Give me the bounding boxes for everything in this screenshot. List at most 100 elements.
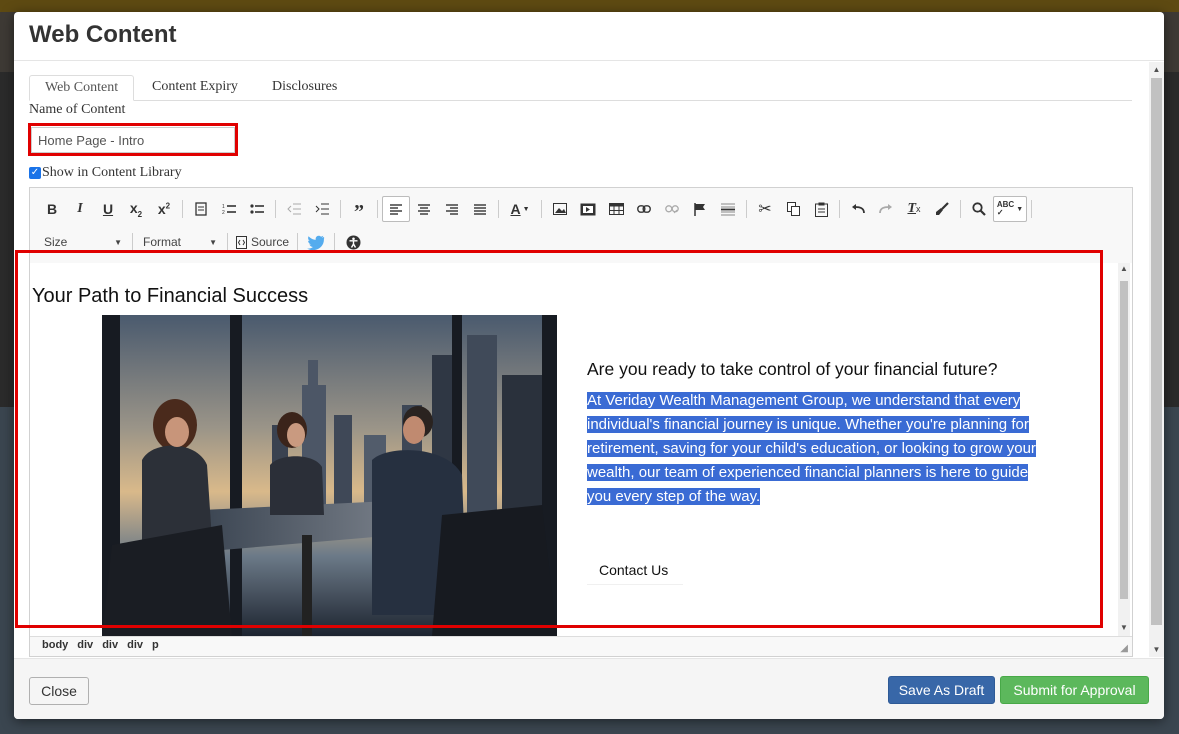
- align-right-icon[interactable]: [438, 196, 466, 222]
- numbered-list-icon[interactable]: 12: [215, 196, 243, 222]
- tab-content-expiry[interactable]: Content Expiry: [137, 75, 253, 101]
- image-icon[interactable]: [546, 196, 574, 222]
- toolbar-separator: [297, 233, 299, 251]
- twitter-icon[interactable]: [302, 229, 330, 255]
- unlink-icon[interactable]: [658, 196, 686, 222]
- content-scroll-thumb[interactable]: [1120, 281, 1128, 599]
- scroll-up-arrow[interactable]: ▲: [1118, 264, 1130, 273]
- source-button-label: Source: [251, 235, 290, 249]
- svg-text:2: 2: [222, 210, 225, 215]
- meeting-photo: [102, 315, 557, 636]
- modal-header: Web Content: [14, 12, 1164, 61]
- redo-icon[interactable]: [872, 196, 900, 222]
- close-button[interactable]: Close: [29, 677, 89, 705]
- justify-icon[interactable]: [466, 196, 494, 222]
- name-of-content-label: Name of Content: [29, 102, 126, 117]
- content-heading: Your Path to Financial Success: [32, 285, 309, 307]
- modal-scroll-thumb[interactable]: [1151, 78, 1162, 625]
- undo-icon[interactable]: [844, 196, 872, 222]
- paste-icon[interactable]: [807, 196, 835, 222]
- increase-indent-icon[interactable]: [308, 196, 336, 222]
- submit-for-approval-button[interactable]: Submit for Approval: [1000, 676, 1149, 704]
- spellcheck-icon[interactable]: ABC ✓ ▼: [993, 196, 1027, 222]
- copy-icon[interactable]: [779, 196, 807, 222]
- format-dropdown-label: Format: [143, 235, 182, 249]
- path-item[interactable]: body: [42, 639, 68, 651]
- paragraph-line: you every step of the way.: [587, 488, 761, 505]
- cut-icon[interactable]: ✂: [751, 196, 779, 222]
- table-icon[interactable]: [602, 196, 630, 222]
- modal-footer: Close Save As Draft Submit for Approval: [14, 658, 1164, 719]
- paragraph-line: individual's financial journey is unique…: [587, 416, 1029, 433]
- toolbar-separator: [275, 200, 276, 218]
- toolbar-separator: [340, 200, 341, 218]
- path-item[interactable]: div: [77, 639, 93, 651]
- toolbar-separator: [960, 200, 961, 218]
- italic-icon[interactable]: I: [66, 196, 94, 222]
- modal-body: Web Content Content Expiry Disclosures N…: [14, 61, 1164, 658]
- paragraph-line: At Veriday Wealth Management Group, we u…: [587, 392, 1021, 409]
- show-in-library-label: Show in Content Library: [42, 165, 182, 180]
- modal-body-scrollbar[interactable]: ▲ ▼: [1149, 62, 1164, 657]
- toolbar-separator: [227, 233, 228, 251]
- source-icon: [236, 235, 247, 249]
- toolbar-separator: [498, 200, 499, 218]
- scroll-down-arrow[interactable]: ▼: [1149, 645, 1164, 654]
- paragraph-line: retirement, saving for your child's educ…: [587, 440, 1036, 457]
- element-path-bar: body div div div p ◢: [30, 636, 1132, 656]
- path-item[interactable]: div: [102, 639, 118, 651]
- editor-content-area[interactable]: Your Path to Financial Success Are you r…: [30, 263, 1132, 636]
- bulleted-list-icon[interactable]: [243, 196, 271, 222]
- toolbar-separator: [377, 200, 378, 218]
- align-left-icon[interactable]: [382, 196, 410, 222]
- format-dropdown[interactable]: Format ▼: [137, 230, 223, 254]
- path-item[interactable]: div: [127, 639, 143, 651]
- scroll-down-arrow[interactable]: ▼: [1118, 623, 1130, 632]
- content-scrollbar[interactable]: ▲ ▼: [1118, 263, 1130, 636]
- remove-format-icon[interactable]: Tx: [900, 196, 928, 222]
- toolbar-separator: [1031, 200, 1032, 218]
- toolbar-separator: [334, 233, 336, 251]
- size-dropdown[interactable]: Size ▼: [38, 230, 128, 254]
- chevron-down-icon: ▼: [209, 237, 217, 247]
- background-top-bar: [0, 0, 1179, 12]
- underline-icon[interactable]: U: [94, 196, 122, 222]
- content-paragraph-selected: At Veriday Wealth Management Group, we u…: [587, 389, 1047, 509]
- media-icon[interactable]: [574, 196, 602, 222]
- show-in-library-row[interactable]: ✓ Show in Content Library: [29, 165, 182, 181]
- accessibility-icon[interactable]: [339, 229, 367, 255]
- contact-us-button[interactable]: Contact Us: [587, 555, 683, 585]
- tab-bar: Web Content Content Expiry Disclosures: [29, 75, 1132, 101]
- tab-disclosures[interactable]: Disclosures: [257, 75, 352, 101]
- subscript-icon[interactable]: x2: [122, 196, 150, 222]
- link-icon[interactable]: [630, 196, 658, 222]
- chevron-down-icon: ▼: [114, 237, 122, 247]
- toolbar-separator: [132, 233, 133, 251]
- superscript-icon[interactable]: x2: [150, 196, 178, 222]
- align-center-icon[interactable]: [410, 196, 438, 222]
- find-icon[interactable]: [965, 196, 993, 222]
- paragraph-line: wealth, our team of experienced financia…: [587, 464, 1029, 481]
- tab-web-content[interactable]: Web Content: [29, 75, 135, 101]
- save-as-draft-button[interactable]: Save As Draft: [888, 676, 995, 704]
- bold-icon[interactable]: B: [38, 196, 66, 222]
- scroll-up-arrow[interactable]: ▲: [1149, 65, 1164, 74]
- path-item[interactable]: p: [152, 639, 159, 651]
- blockquote-icon[interactable]: ”: [345, 196, 373, 222]
- text-color-icon[interactable]: A ▼: [503, 196, 537, 222]
- format-painter-icon[interactable]: [928, 196, 956, 222]
- resize-handle-icon[interactable]: ◢: [1120, 643, 1128, 654]
- horizontal-rule-icon[interactable]: [714, 196, 742, 222]
- editor-toolbar: B I U x2 x2 12 ” A ▼ ✂ T x ABC ✓ ▼ Size …: [30, 188, 1132, 264]
- decrease-indent-icon[interactable]: [280, 196, 308, 222]
- anchor-flag-icon[interactable]: [686, 196, 714, 222]
- toolbar-separator: [541, 200, 542, 218]
- template-icon[interactable]: [187, 196, 215, 222]
- web-content-modal: Web Content Web Content Content Expiry D…: [14, 12, 1164, 719]
- source-button[interactable]: Source: [232, 235, 293, 249]
- show-in-library-checkbox[interactable]: ✓: [29, 167, 41, 179]
- toolbar-row-2: Size ▼ Format ▼ Source: [38, 228, 367, 256]
- toolbar-row-1: B I U x2 x2 12 ” A ▼ ✂ T x ABC ✓ ▼: [38, 195, 1036, 223]
- name-of-content-input[interactable]: [31, 127, 235, 153]
- element-path: body div div div p: [42, 639, 159, 651]
